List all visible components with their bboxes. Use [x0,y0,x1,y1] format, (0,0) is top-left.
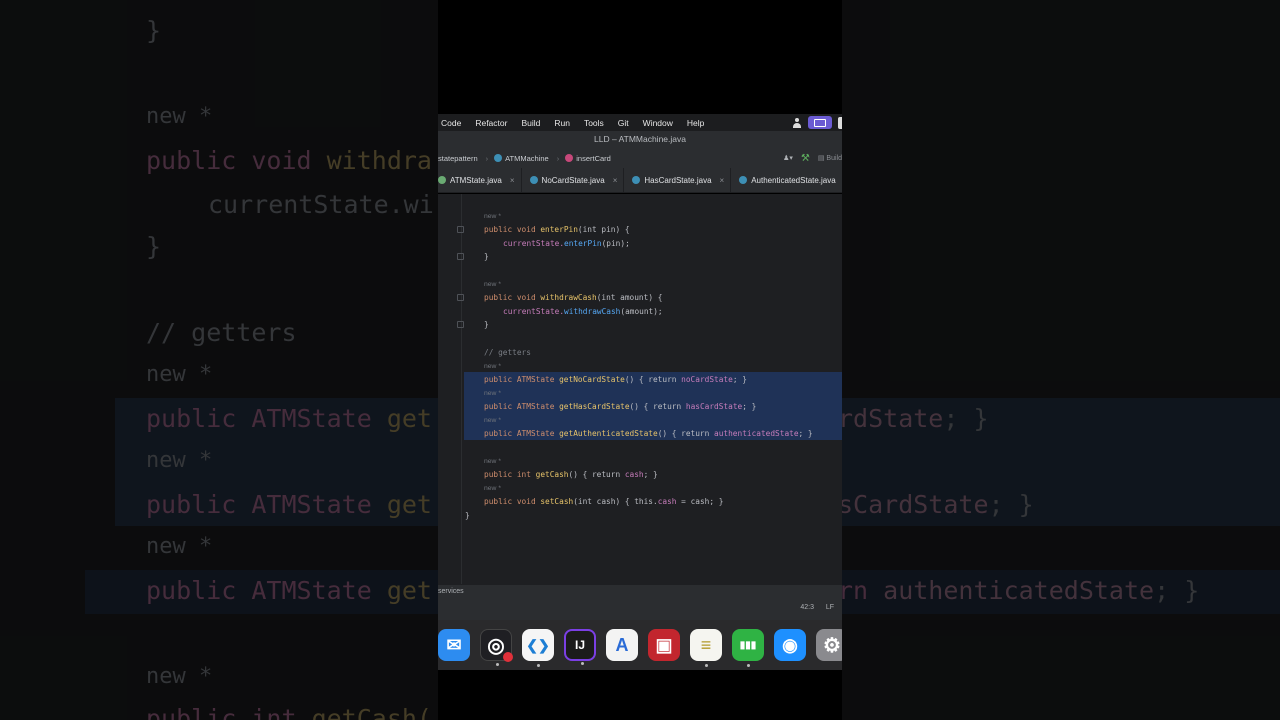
tab-label: ATMState.java [450,175,502,185]
android-studio-icon[interactable]: A [606,629,638,661]
menu-build[interactable]: Build [521,118,540,128]
fold-icon[interactable] [457,253,464,260]
control-center-icon[interactable] [838,116,842,129]
notes-icon[interactable]: ≡ [690,629,722,667]
code-line: } [484,252,489,261]
menu-git[interactable]: Git [618,118,629,128]
interface-icon [438,176,446,184]
breadcrumb: statepattern › ATMMachine › insertCard ♟… [438,148,842,168]
close-icon[interactable]: × [510,176,515,185]
tab-label: NoCardState.java [541,175,605,185]
author-hint: new * [484,417,502,424]
author-hint: new * [484,213,502,220]
class-icon [529,176,538,184]
safari-icon[interactable]: ◉ [774,629,806,661]
tab-label: AuthenticatedState.java [751,175,836,185]
breadcrumb-item-atmmachine[interactable]: ATMMachine [494,154,549,163]
obs-icon[interactable]: ◎ [480,629,513,666]
author-hint: new * [484,363,502,370]
code-line: currentState.enterPin(pin); [503,239,630,248]
code-line: } [484,320,489,329]
menu-window[interactable]: Window [643,118,673,128]
code-line: public void enterPin(int pin) { [484,225,630,234]
code-line: public ATMState getNoCardState() { retur… [484,375,747,384]
status-bar: 42:3 LF [438,598,842,620]
menu-tools[interactable]: Tools [584,118,604,128]
author-hint: new * [484,485,502,492]
menu-run[interactable]: Run [554,118,570,128]
numbers-icon[interactable]: ▮▮▮ [732,629,764,667]
tab-hascardstate[interactable]: HasCardState.java × [632,167,732,193]
class-icon [494,154,503,162]
method-icon [565,154,574,162]
menu-help[interactable]: Help [687,118,704,128]
code-line: public void setCash(int cash) { this.cas… [484,497,724,506]
photo-booth-icon[interactable]: ▣ [648,629,680,661]
caret-position[interactable]: 42:3 [800,604,814,611]
mail-icon[interactable]: ✉ [438,629,470,661]
fold-icon[interactable] [457,321,464,328]
breadcrumb-item-insertcard[interactable]: insertCard [565,154,611,163]
code-line: public ATMState getAuthenticatedState() … [484,429,813,438]
user-icon[interactable]: ♟▾ [783,154,793,162]
user-status-icon[interactable] [792,117,802,128]
code-editor[interactable]: new * public void enterPin(int pin) { cu… [438,194,842,584]
breadcrumb-item-statepattern[interactable]: statepattern [438,154,478,163]
code-line: } [465,511,470,520]
hammer-icon[interactable]: ⚒ [801,153,810,164]
author-hint: new * [484,390,502,397]
class-icon [739,176,748,184]
tab-authenticatedstate[interactable]: AuthenticatedState.java [739,167,842,193]
tool-window-bar: services [438,584,842,598]
author-hint: new * [484,458,502,465]
menu-bar: Code Refactor Build Run Tools Git Window… [438,114,842,131]
menu-code[interactable]: Code [441,118,461,128]
window-title: LLD – ATMMachine.java [438,131,842,148]
code-line: public ATMState getHasCardState() { retu… [484,402,757,411]
close-icon[interactable]: × [720,176,725,185]
editor-tab-bar: ATMState.java × NoCardState.java × HasCa… [438,167,842,193]
build-button[interactable]: ▤ Build [818,154,842,162]
menu-refactor[interactable]: Refactor [475,118,507,128]
class-icon [632,176,641,184]
code-comment: // getters [484,348,531,357]
settings-icon[interactable]: ⚙ [816,629,842,661]
dock: ✉ ◎ ❮❯ IJ A ▣ ≡ ▮▮▮ ◉ ⚙ [438,620,842,670]
code-line: currentState.withdrawCash(amount); [503,307,663,316]
code-line: public void withdrawCash(int amount) { [484,293,663,302]
close-icon[interactable]: × [613,176,618,185]
fold-icon[interactable] [457,226,464,233]
screen-recording-icon[interactable] [808,116,832,129]
tab-nocardstate[interactable]: NoCardState.java × [529,167,625,193]
line-ending[interactable]: LF [826,604,834,611]
fold-icon[interactable] [457,294,464,301]
vscode-icon[interactable]: ❮❯ [522,629,554,667]
author-hint: new * [484,281,502,288]
recording-badge-icon [503,652,513,662]
tab-atmstate[interactable]: ATMState.java × [438,167,522,193]
intellij-icon[interactable]: IJ [564,629,596,665]
code-line: public int getCash() { return cash; } [484,470,658,479]
services-tab[interactable]: services [438,588,464,595]
tab-label: HasCardState.java [644,175,712,185]
video-frame: Code Refactor Build Run Tools Git Window… [438,0,842,720]
